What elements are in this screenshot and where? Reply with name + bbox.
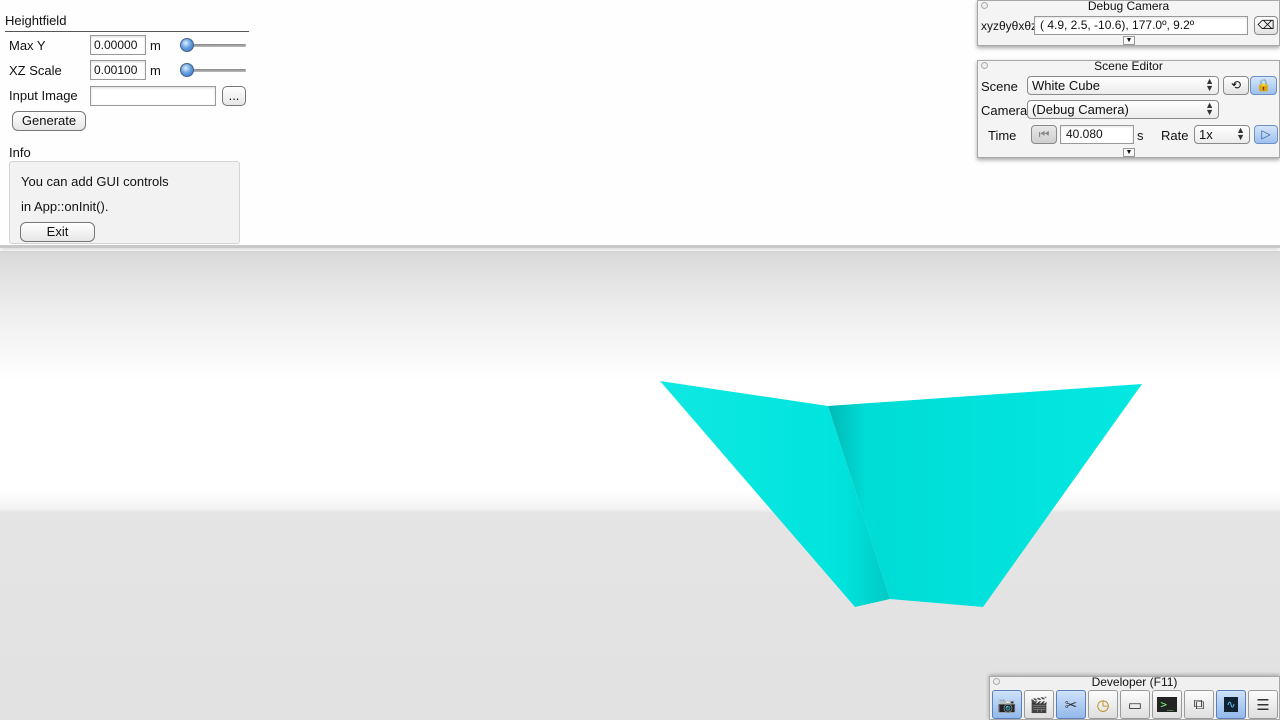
scene-tools-button[interactable]: ✂ — [1056, 690, 1086, 719]
console-button[interactable]: >_ — [1152, 690, 1182, 719]
heightfield-divider — [5, 31, 249, 32]
eraser-icon: ⌫ — [1257, 18, 1275, 32]
rate-select[interactable]: 1x ▲ ▼ — [1194, 125, 1250, 144]
debug-camera-title: Debug Camera — [1087, 0, 1170, 13]
max-y-slider-thumb[interactable] — [179, 38, 194, 52]
terminal-icon: >_ — [1157, 697, 1177, 712]
time-reset-button[interactable]: ⏮ — [1031, 125, 1057, 144]
document-icon: ☰ — [1256, 696, 1270, 714]
camera-label: Camera — [981, 103, 1028, 118]
scene-select-value: White Cube — [1032, 78, 1100, 93]
generate-button[interactable]: Generate — [12, 111, 86, 131]
reload-icon: ⟲ — [1230, 78, 1242, 92]
lock-icon: 🔒 — [1256, 78, 1271, 92]
reload-scene-button[interactable]: ⟲ — [1223, 76, 1249, 95]
xz-scale-unit: m — [150, 63, 161, 78]
clapperboard-icon: 🎬 — [1029, 696, 1049, 714]
play-icon: ▷ — [1261, 127, 1271, 141]
xz-scale-label: XZ Scale — [9, 63, 62, 78]
updown-arrows-icon: ▲ ▼ — [1205, 100, 1214, 117]
scene-editor-title: Scene Editor — [1094, 59, 1163, 73]
developer-toolbar: Developer (F11) 📷 🎬 ✂ ◷ ▭ >_ ⧉ ∿ ☰ — [989, 676, 1280, 720]
windows-icon: ⧉ — [1193, 696, 1205, 713]
updown-arrows-icon: ▲ ▼ — [1205, 76, 1214, 93]
info-line-2: in App::onInit(). — [21, 199, 109, 214]
time-unit: s — [1137, 128, 1144, 143]
time-field[interactable]: 40.080 — [1060, 125, 1134, 144]
camera-link-button[interactable]: ⌫ — [1254, 16, 1278, 35]
time-label: Time — [988, 128, 1017, 143]
play-button[interactable]: ▷ — [1254, 125, 1278, 144]
max-y-unit: m — [150, 38, 161, 53]
rate-select-value: 1x — [1199, 127, 1213, 142]
heightfield-title: Heightfield — [5, 13, 67, 28]
input-image-field[interactable] — [90, 86, 216, 106]
camera-icon: 📷 — [997, 696, 1017, 714]
input-image-label: Input Image — [9, 88, 78, 103]
cyan-heightfield-shape — [660, 381, 1142, 607]
camera-select[interactable]: (Debug Camera) ▲ ▼ — [1027, 100, 1219, 119]
time-control-button[interactable]: ◷ — [1088, 690, 1118, 719]
browse-button[interactable]: ... — [222, 86, 246, 106]
camera-coord-field[interactable]: ( 4.9, 2.5, -10.6), 177.0º, 9.2º — [1034, 16, 1248, 35]
chevron-down-icon: ▼ — [1125, 149, 1133, 156]
scene-editor-window: Scene Editor Scene White Cube ▲ ▼ ⟲ 🔒 Cam… — [977, 60, 1280, 158]
info-title: Info — [9, 145, 31, 160]
tools-icon: ✂ — [1064, 696, 1078, 714]
developer-title: Developer (F11) — [1091, 675, 1178, 689]
max-y-label: Max Y — [9, 38, 46, 53]
scene-select[interactable]: White Cube ▲ ▼ — [1027, 76, 1219, 95]
max-y-slider[interactable] — [179, 38, 246, 52]
rate-label: Rate — [1161, 128, 1189, 143]
debug-camera-collapse-toggle[interactable]: ▼ — [1123, 36, 1135, 45]
profiler-icon: ∿ — [1224, 697, 1238, 712]
video-record-button[interactable]: 🎬 — [1024, 690, 1054, 719]
chevron-down-icon: ▼ — [1125, 37, 1133, 44]
xz-scale-slider[interactable] — [180, 63, 246, 77]
xz-scale-input[interactable]: 0.00100 — [90, 60, 146, 80]
rewind-icon: ⏮ — [1038, 127, 1050, 141]
info-line-1: You can add GUI controls — [21, 174, 169, 189]
updown-arrows-icon: ▲ ▼ — [1236, 125, 1245, 142]
new-window-icon: ▭ — [1127, 696, 1143, 714]
scene-label: Scene — [981, 79, 1018, 94]
lock-scene-button[interactable]: 🔒 — [1250, 76, 1277, 95]
max-y-input[interactable]: 0.00000 — [90, 35, 146, 55]
camera-select-value: (Debug Camera) — [1032, 102, 1129, 117]
xz-scale-slider-thumb[interactable] — [180, 63, 195, 77]
exit-button[interactable]: Exit — [20, 222, 95, 242]
scene-editor-collapse-toggle[interactable]: ▼ — [1123, 148, 1135, 157]
camera-control-button[interactable]: 📷 — [992, 690, 1022, 719]
debug-camera-window: Debug Camera xyzθyθxθz ( 4.9, 2.5, -10.6… — [977, 0, 1280, 46]
clock-icon: ◷ — [1096, 696, 1110, 714]
new-window-button[interactable]: ▭ — [1120, 690, 1150, 719]
info-box: You can add GUI controls in App::onInit(… — [9, 161, 240, 244]
windows-button[interactable]: ⧉ — [1184, 690, 1214, 719]
camera-coord-label: xyzθyθxθz — [981, 19, 1038, 33]
log-button[interactable]: ☰ — [1248, 690, 1278, 719]
profiler-button[interactable]: ∿ — [1216, 690, 1246, 719]
